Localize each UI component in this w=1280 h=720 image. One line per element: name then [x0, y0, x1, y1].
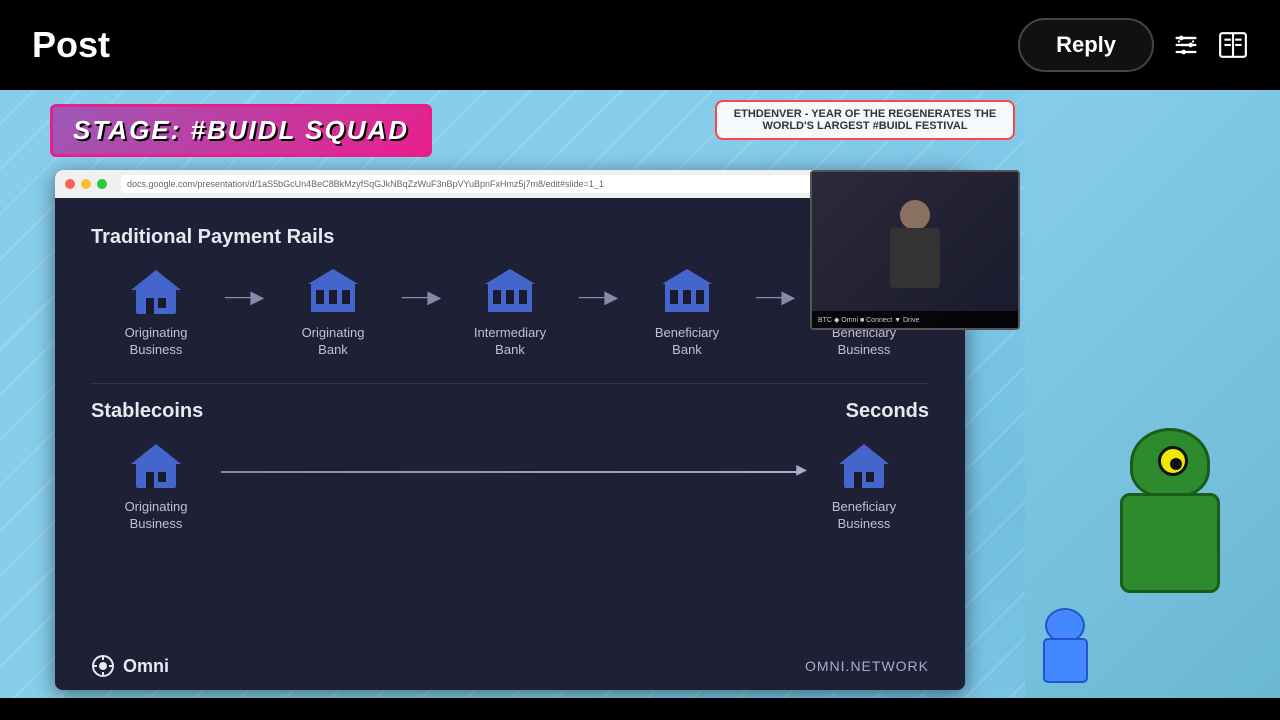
- flow-node-beneficiary-bank: BeneficiaryBank: [632, 267, 742, 359]
- right-panel: [1025, 90, 1280, 698]
- browser-minimize[interactable]: [81, 179, 91, 189]
- person-head: [900, 200, 930, 230]
- label-originating-business: OriginatingBusiness: [125, 325, 188, 359]
- traditional-title: Traditional Payment Rails: [91, 226, 334, 249]
- header-actions: Reply: [1018, 18, 1248, 72]
- video-overlay[interactable]: BTC ◆ Omni ■ Connect ▼ Drive: [810, 170, 1020, 330]
- omni-network-label: OMNI.NETWORK: [805, 658, 929, 674]
- stablecoins-title: Stablecoins: [91, 400, 203, 423]
- robot-head: [1130, 428, 1210, 498]
- robot-body: [1120, 493, 1220, 593]
- person-silhouette: [885, 200, 945, 300]
- traditional-header: Traditional Payment Rails ~6 Days: [91, 226, 929, 249]
- robot-eye: [1158, 446, 1188, 476]
- omni-brand: Omni: [91, 654, 169, 678]
- omni-brand-text: Omni: [123, 656, 169, 677]
- label-beneficiary-business: BeneficiaryBusiness: [832, 325, 896, 359]
- arrow-2: ──▶: [388, 287, 455, 338]
- store-icon-stable-right: [838, 441, 890, 491]
- stablecoins-header: Stablecoins Seconds: [91, 400, 929, 423]
- book-icon-button[interactable]: [1218, 31, 1248, 59]
- store-icon-1: [130, 267, 182, 317]
- flow-node-originating-business: OriginatingBusiness: [101, 267, 211, 359]
- stable-arrow: [221, 471, 799, 473]
- stage-text: STAGE: #BUIDL SQUAD: [50, 104, 432, 157]
- browser-close[interactable]: [65, 179, 75, 189]
- reply-button[interactable]: Reply: [1018, 18, 1154, 72]
- video-info-bar: BTC ◆ Omni ■ Connect ▼ Drive: [812, 311, 1018, 328]
- arrow-4: ──▶: [742, 287, 809, 338]
- label-intermediary-bank: IntermediaryBank: [474, 325, 546, 359]
- label-stable-originating: OriginatingBusiness: [125, 499, 188, 533]
- bank-icon-2: [484, 267, 536, 317]
- blue-character: [1035, 608, 1095, 688]
- page-title: Post: [32, 24, 110, 66]
- stable-originating-business: OriginatingBusiness: [101, 441, 211, 533]
- flow-node-intermediary-bank: IntermediaryBank: [455, 267, 565, 359]
- stablecoins-flow: OriginatingBusiness Beneficia: [91, 441, 929, 533]
- filter-icon-button[interactable]: [1172, 31, 1200, 59]
- robot-eye-pupil: [1170, 458, 1182, 470]
- omni-logo-icon: [91, 654, 115, 678]
- bank-icon-1: [307, 267, 359, 317]
- eth-badge-text: ETHDENVER - YEAR OF THE REGENERATES THE …: [734, 108, 996, 132]
- browser-maximize[interactable]: [97, 179, 107, 189]
- arrow-3: ──▶: [565, 287, 632, 338]
- slide-footer: Omni OMNI.NETWORK: [91, 654, 929, 678]
- header: Post Reply: [0, 0, 1280, 90]
- browser-url-text: docs.google.com/presentation/d/1aS5bGcUn…: [127, 179, 604, 189]
- traditional-flow: OriginatingBusiness ──▶: [91, 267, 929, 359]
- eth-badge: ETHDENVER - YEAR OF THE REGENERATES THE …: [715, 100, 1015, 140]
- label-stable-beneficiary: BeneficiaryBusiness: [832, 499, 896, 533]
- bank-icon-3: [661, 267, 713, 317]
- person-body: [890, 228, 940, 288]
- video-info-text: BTC ◆ Omni ■ Connect ▼ Drive: [818, 317, 919, 324]
- store-icon-stable-left: [130, 441, 182, 491]
- stablecoins-section: Stablecoins Seconds: [91, 400, 929, 533]
- video-person: [812, 172, 1018, 328]
- traditional-section: Traditional Payment Rails ~6 Days: [91, 226, 929, 359]
- stage-banner: STAGE: #BUIDL SQUAD: [50, 104, 432, 157]
- section-divider: [91, 383, 929, 384]
- label-beneficiary-bank: BeneficiaryBank: [655, 325, 719, 359]
- flow-node-originating-bank: OriginatingBank: [278, 267, 388, 359]
- label-originating-bank: OriginatingBank: [302, 325, 365, 359]
- stablecoins-time: Seconds: [846, 400, 929, 423]
- arrow-1: ──▶: [211, 287, 278, 338]
- stable-beneficiary-business: BeneficiaryBusiness: [809, 441, 919, 533]
- blue-body: [1043, 638, 1088, 683]
- content-area: STAGE: #BUIDL SQUAD ETHDENVER - YEAR OF …: [0, 90, 1280, 698]
